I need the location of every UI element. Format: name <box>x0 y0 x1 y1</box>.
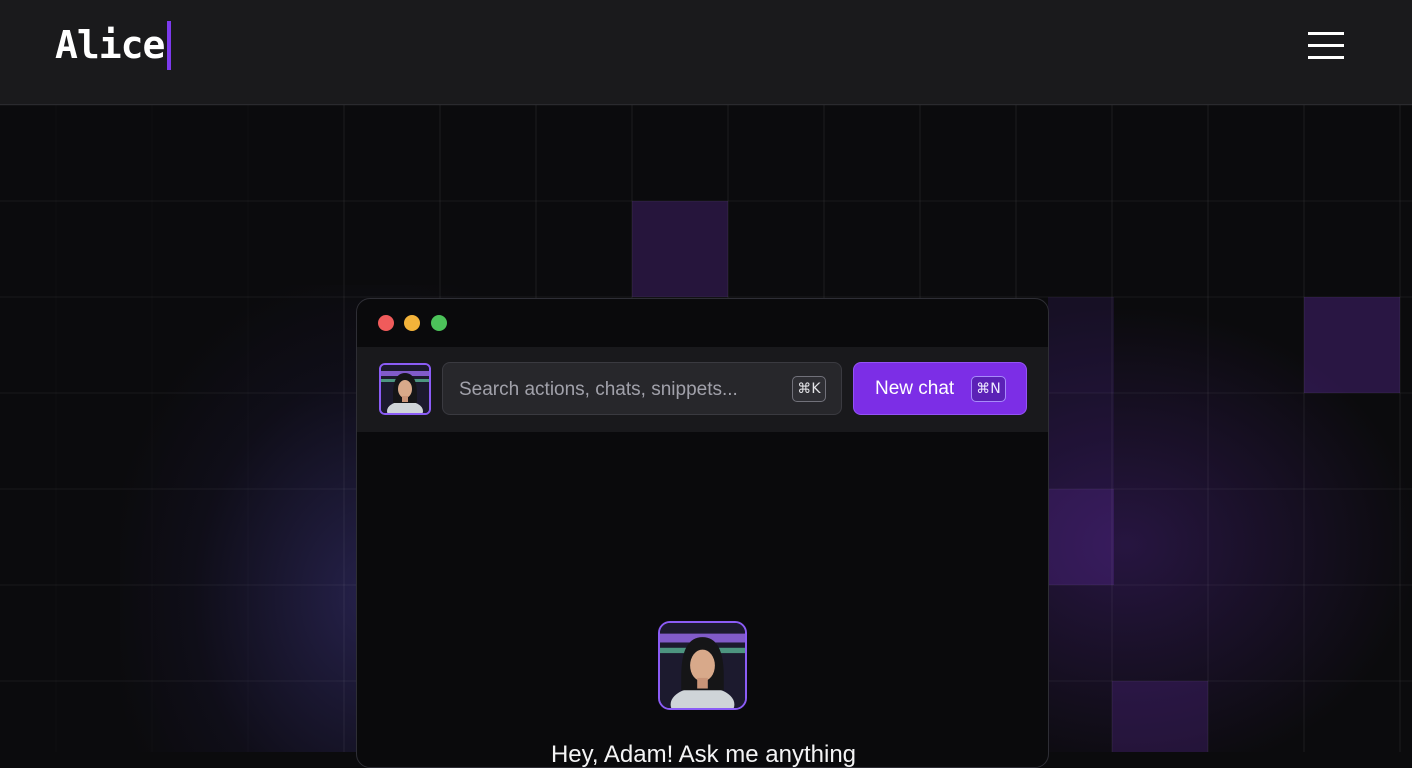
hamburger-menu-icon[interactable] <box>1306 30 1346 62</box>
search-input[interactable] <box>457 363 781 416</box>
new-chat-label: New chat <box>875 378 955 399</box>
assistant-avatar <box>658 621 747 710</box>
minimize-window-icon[interactable] <box>404 315 420 331</box>
greeting-text: Hey, Adam! Ask me anything <box>550 741 857 768</box>
new-chat-shortcut-badge: ⌘N <box>971 376 1006 402</box>
profile-avatar[interactable] <box>379 363 431 415</box>
search-shortcut-badge: ⌘K <box>792 376 826 402</box>
top-header: Alice <box>0 0 1412 105</box>
toolbar: ⌘K New chat ⌘N <box>357 347 1048 432</box>
search-box[interactable]: ⌘K <box>442 362 842 416</box>
maximize-window-icon[interactable] <box>431 315 447 331</box>
close-window-icon[interactable] <box>378 315 394 331</box>
new-chat-button[interactable]: New chat ⌘N <box>853 362 1027 415</box>
logo-text: Alice <box>55 23 165 67</box>
app-window: ⌘K New chat ⌘N Hey, Adam! Ask me anythin… <box>356 298 1049 768</box>
text-cursor <box>167 20 172 70</box>
logo[interactable]: Alice <box>55 20 172 70</box>
